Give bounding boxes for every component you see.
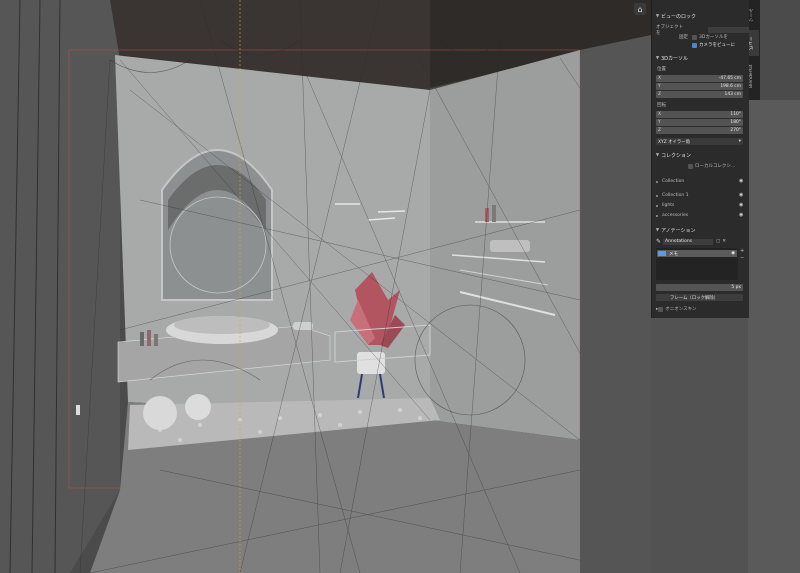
collection-header[interactable]: ▼ コレクション [654,151,747,159]
eye-icon[interactable]: ◉ [739,212,743,218]
tab-view[interactable]: ビュー [749,30,759,56]
chevron-down-icon: ▼ [655,13,660,19]
chevron-down-icon: ▾ [738,139,741,144]
section-title: ビューのロック [661,13,697,20]
checkbox-icon[interactable] [692,42,697,48]
remove-icon[interactable]: − [740,255,744,262]
eye-icon[interactable]: ◉ [739,192,743,198]
lock-cursor-row: 固定 3Dカーソルを [656,34,728,40]
collection-item[interactable]: lights [656,203,746,208]
eye-icon[interactable]: ◉ [731,251,735,256]
annotation-layer-field[interactable]: Annotations [663,238,714,245]
camera-to-view-row: カメラをビューに [692,42,735,48]
onion-skin-row: ▸ オニオンスキン [656,306,697,312]
rotation-x-field[interactable]: X 110° [656,111,743,118]
checkbox-icon[interactable] [658,306,664,312]
lock-object-field[interactable] [707,27,749,33]
rotation-mode-dropdown[interactable]: XYZ オイラー角 ▾ [656,138,743,145]
chevron-down-icon: ▼ [655,227,660,233]
location-z-field[interactable]: Z 143 cm [656,91,743,98]
list-controls: + − [740,248,744,262]
onion-skin-label: オニオンスキン [665,307,697,312]
n-panel: ▼ ビューのロック オブジェクトを 固定 3Dカーソルを カメラをビューに ▼ … [651,0,749,318]
annotation-header[interactable]: ▼ アノテーション [654,226,747,234]
location-x-field[interactable]: X -47.65 cm [656,75,743,82]
location-y-field[interactable]: Y 198.6 cm [656,83,743,90]
collection-item[interactable]: accessories [656,213,746,218]
camera-to-view-label: カメラをビューに [699,43,735,48]
list-item[interactable]: メモ ◉ [657,250,737,257]
eye-icon[interactable]: ◉ [739,178,743,184]
section-title: 3Dカーソル [661,55,689,62]
view-lock-header[interactable]: ▼ ビューのロック [654,12,747,20]
pencil-icon[interactable]: ✎ [656,238,661,245]
add-icon[interactable]: + [740,248,744,255]
eye-icon[interactable]: ◉ [739,202,743,208]
frame-mode-dropdown[interactable]: フレーム（ロック解除） [656,294,743,301]
sidebar-tabs: ツール ビュー BlenderKit [748,0,760,100]
close-icon[interactable]: ✕ [722,239,726,244]
section-title: アノテーション [661,227,696,234]
rotation-y-field[interactable]: Y 180° [656,119,743,126]
collection-item[interactable]: Collection 1 [656,193,746,198]
tab-tool[interactable]: ツール [749,2,759,28]
3d-cursor-header[interactable]: ▼ 3Dカーソル [654,54,747,62]
lock-label: 固定 [679,35,688,40]
lock-3d-cursor-label: 3Dカーソルを [699,35,728,40]
local-collection-row: ローカルコレクシ... [688,163,735,169]
camera-icon[interactable]: ⌂ [634,3,646,15]
rotation-label: 回転 [657,103,666,108]
section-title: コレクション [661,152,692,159]
chevron-down-icon: ▼ [655,152,660,158]
thickness-field[interactable]: 5 px [656,284,743,291]
local-collection-label: ローカルコレクシ... [695,164,736,169]
chevron-down-icon: ▼ [655,55,660,61]
checkbox-icon[interactable] [692,34,697,40]
tab-blenderkit[interactable]: BlenderKit [749,58,759,94]
location-label: 位置 [657,67,666,72]
annotation-layer-row: ✎ Annotations ▢ ✕ [656,238,726,245]
annotation-list[interactable]: メモ ◉ [656,248,738,280]
checkbox-icon[interactable] [688,163,693,169]
rotation-z-field[interactable]: Z 270° [656,127,743,134]
color-swatch[interactable] [658,251,666,256]
collection-item[interactable]: Collection [656,179,746,184]
copy-icon[interactable]: ▢ [716,239,720,244]
